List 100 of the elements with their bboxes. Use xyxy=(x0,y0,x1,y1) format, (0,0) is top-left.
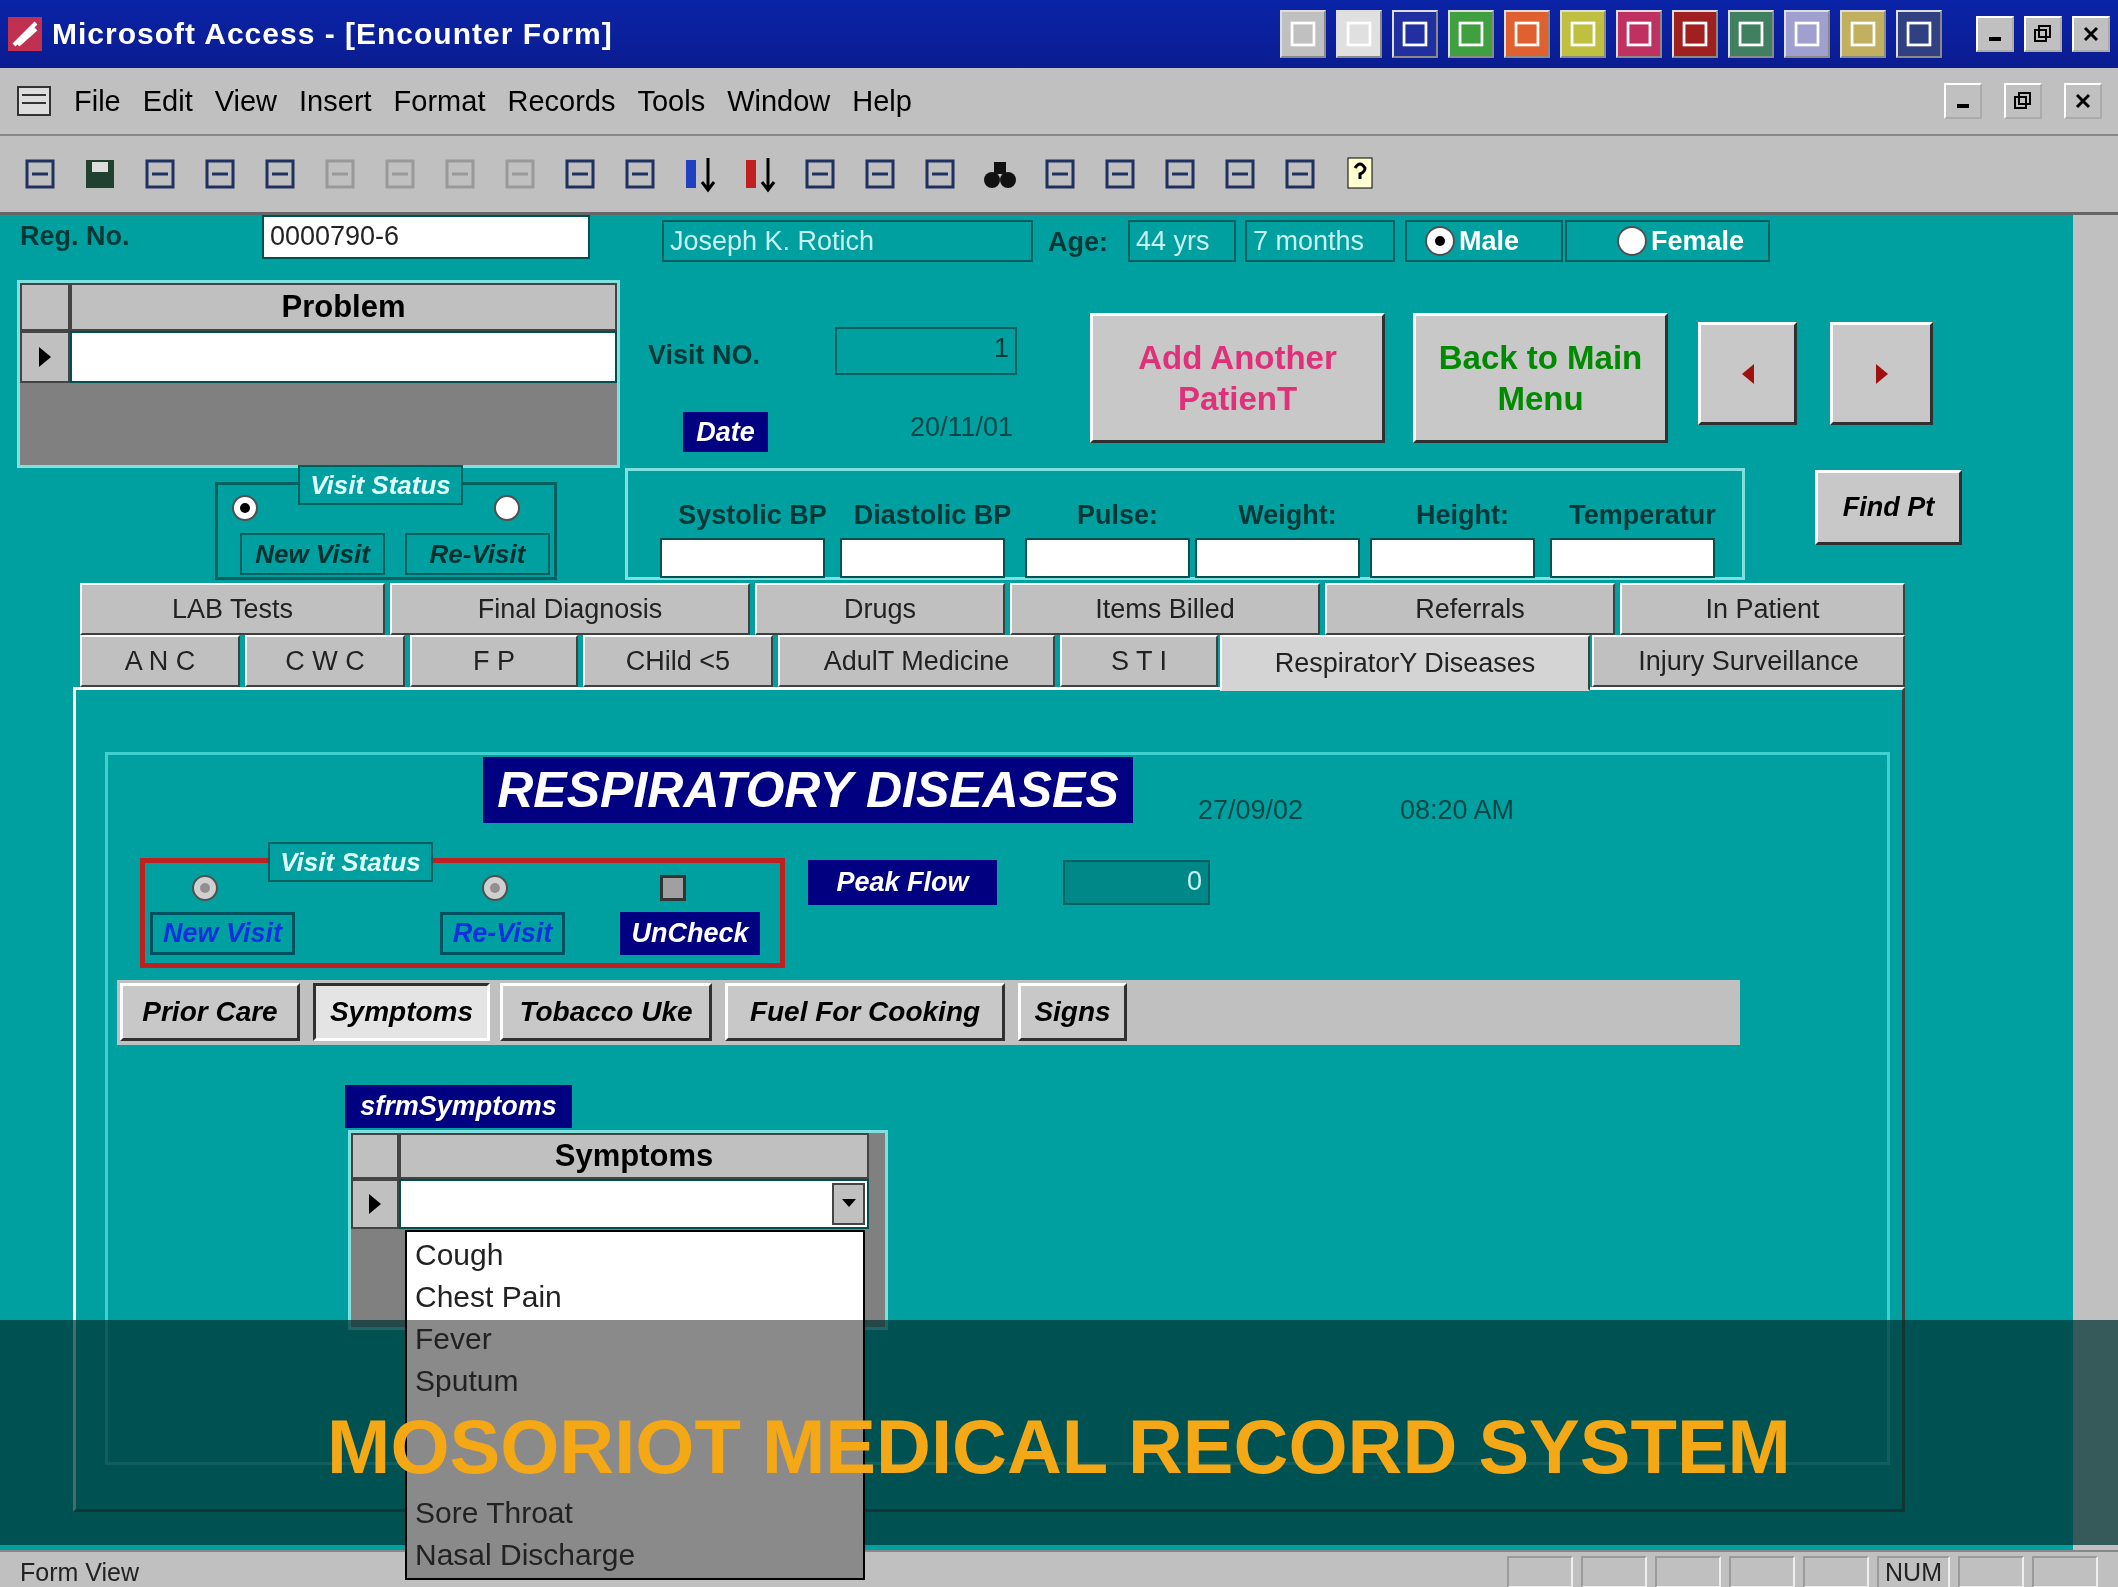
subform-tab-button[interactable]: Fuel For Cooking xyxy=(725,983,1005,1041)
vital-label: Height: xyxy=(1415,500,1510,532)
visit-no-label: Visit NO. xyxy=(648,340,762,372)
visit-no-field[interactable]: 1 xyxy=(835,327,1017,375)
status-panel xyxy=(1803,1556,1870,1587)
form-tab[interactable]: CHild <5 xyxy=(583,635,773,687)
column-header: Problem xyxy=(70,283,617,331)
form-tab[interactable]: RespiratorY Diseases xyxy=(1220,635,1590,691)
status-panel xyxy=(1655,1556,1722,1587)
menu-item[interactable]: Format xyxy=(393,84,486,118)
menu-item[interactable]: Records xyxy=(507,84,616,118)
close-icon xyxy=(2075,93,2091,109)
app-icon xyxy=(8,17,42,51)
record-selector[interactable] xyxy=(351,1179,399,1229)
menu-item[interactable]: Tools xyxy=(637,84,706,118)
form-tab[interactable]: A N C xyxy=(80,635,240,687)
next-icon xyxy=(1873,361,1890,386)
visit-status-radio[interactable] xyxy=(232,495,258,521)
find-patient-button[interactable]: Find Pt xyxy=(1815,470,1962,545)
reg-no-label: Reg. No. xyxy=(20,221,131,253)
record-selector[interactable] xyxy=(20,283,70,331)
restore-button[interactable] xyxy=(2004,83,2042,119)
form-tab[interactable]: Referrals xyxy=(1325,583,1615,635)
close-icon xyxy=(2083,26,2099,42)
dropdown-option[interactable]: Sore Throat xyxy=(415,1492,855,1534)
subform-tab-button[interactable]: Signs xyxy=(1018,983,1127,1041)
subform-tab-button[interactable]: Tobacco Uke xyxy=(500,983,712,1041)
group-title: Visit Status xyxy=(298,465,463,505)
subform-label: sfrmSymptoms xyxy=(345,1085,572,1128)
restore-icon xyxy=(2014,92,2032,110)
form-tab[interactable]: Final Diagnosis xyxy=(390,583,750,635)
dropdown-option[interactable]: Fever xyxy=(415,1318,855,1360)
minimize-button[interactable] xyxy=(1976,16,2014,52)
shortcut-icon[interactable] xyxy=(1672,10,1718,58)
vital-label: Weight: xyxy=(1237,500,1338,532)
radio-label: New Visit xyxy=(240,533,385,575)
dropdown-button[interactable] xyxy=(832,1183,865,1225)
status-panel xyxy=(1507,1556,1574,1587)
section-heading: RESPIRATORY DISEASES xyxy=(483,757,1133,823)
form-icon[interactable] xyxy=(16,85,52,117)
num-lock-indicator: NUM xyxy=(1877,1555,1950,1587)
form-tab[interactable]: LAB Tests xyxy=(80,583,385,635)
form-tab[interactable]: Items Billed xyxy=(1010,583,1320,635)
peak-flow-field[interactable]: 0 xyxy=(1063,860,1210,905)
menu-item[interactable]: File xyxy=(74,84,121,118)
menu-item[interactable]: Window xyxy=(727,84,831,118)
vital-field[interactable] xyxy=(1550,538,1715,578)
form-tab[interactable]: S T I xyxy=(1060,635,1218,687)
vital-label: Temperatur xyxy=(1568,500,1717,532)
dropdown-option[interactable]: Chest Pain xyxy=(415,1276,855,1318)
visit-status-radio[interactable] xyxy=(494,495,520,521)
subform-tab-button[interactable]: Prior Care xyxy=(120,983,300,1041)
section-time: 08:20 AM xyxy=(1400,795,1516,827)
vital-label: Pulse: xyxy=(1076,500,1159,532)
restore-button[interactable] xyxy=(2024,16,2062,52)
uncheck-checkbox[interactable] xyxy=(660,875,686,901)
status-panel xyxy=(1581,1556,1648,1587)
close-button[interactable] xyxy=(2072,16,2110,52)
status-panel xyxy=(1958,1556,2024,1587)
form-tab[interactable]: Injury Surveillance xyxy=(1592,635,1905,687)
minimize-button[interactable] xyxy=(1944,83,1982,119)
shortcut-icon[interactable] xyxy=(1896,10,1942,58)
reg-no-field[interactable]: 0000790-6 xyxy=(262,215,590,259)
symptoms-combo-box[interactable] xyxy=(399,1179,869,1229)
form-tab[interactable]: In Patient xyxy=(1620,583,1905,635)
option-label: Re-Visit xyxy=(440,912,565,955)
status-panel xyxy=(2032,1556,2098,1587)
form-tab[interactable]: Drugs xyxy=(755,583,1005,635)
dropdown-option[interactable]: Cough xyxy=(415,1234,855,1276)
record-selector[interactable] xyxy=(351,1133,399,1179)
vital-field[interactable] xyxy=(1195,538,1360,578)
minimize-icon xyxy=(1989,37,2001,41)
vital-field[interactable] xyxy=(660,538,825,578)
option-label: UnCheck xyxy=(620,912,760,955)
age-label: Age: xyxy=(1048,227,1109,259)
vital-field[interactable] xyxy=(1025,538,1190,578)
shortcut-icon[interactable] xyxy=(1616,10,1662,58)
form-tab[interactable]: AdulT Medicine xyxy=(778,635,1055,687)
option-label: New Visit xyxy=(150,912,295,955)
dropdown-option[interactable]: Sputum xyxy=(415,1360,855,1402)
menu-item[interactable]: Help xyxy=(852,84,912,118)
shortcut-icon[interactable] xyxy=(1728,10,1774,58)
record-selector[interactable] xyxy=(20,331,70,383)
form-tab[interactable]: F P xyxy=(410,635,578,687)
next-record-button[interactable] xyxy=(1830,322,1933,425)
current-record-icon xyxy=(367,1192,383,1216)
problem-cell[interactable] xyxy=(70,331,617,383)
vital-field[interactable] xyxy=(840,538,1005,578)
subform-tab-button[interactable]: Symptoms xyxy=(313,983,490,1041)
dropdown-arrow-icon xyxy=(841,1199,856,1209)
previous-record-button[interactable] xyxy=(1698,322,1797,425)
vital-field[interactable] xyxy=(1370,538,1535,578)
menu-item[interactable]: View xyxy=(214,84,278,118)
menu-item[interactable]: Edit xyxy=(142,84,193,118)
dropdown-option[interactable]: Nasal Discharge xyxy=(415,1534,855,1576)
form-tab[interactable]: C W C xyxy=(245,635,405,687)
close-button[interactable] xyxy=(2064,83,2102,119)
peak-flow-label: Peak Flow xyxy=(808,860,997,905)
shortcut-icon[interactable] xyxy=(1392,10,1438,58)
menu-item[interactable]: Insert xyxy=(299,84,372,118)
